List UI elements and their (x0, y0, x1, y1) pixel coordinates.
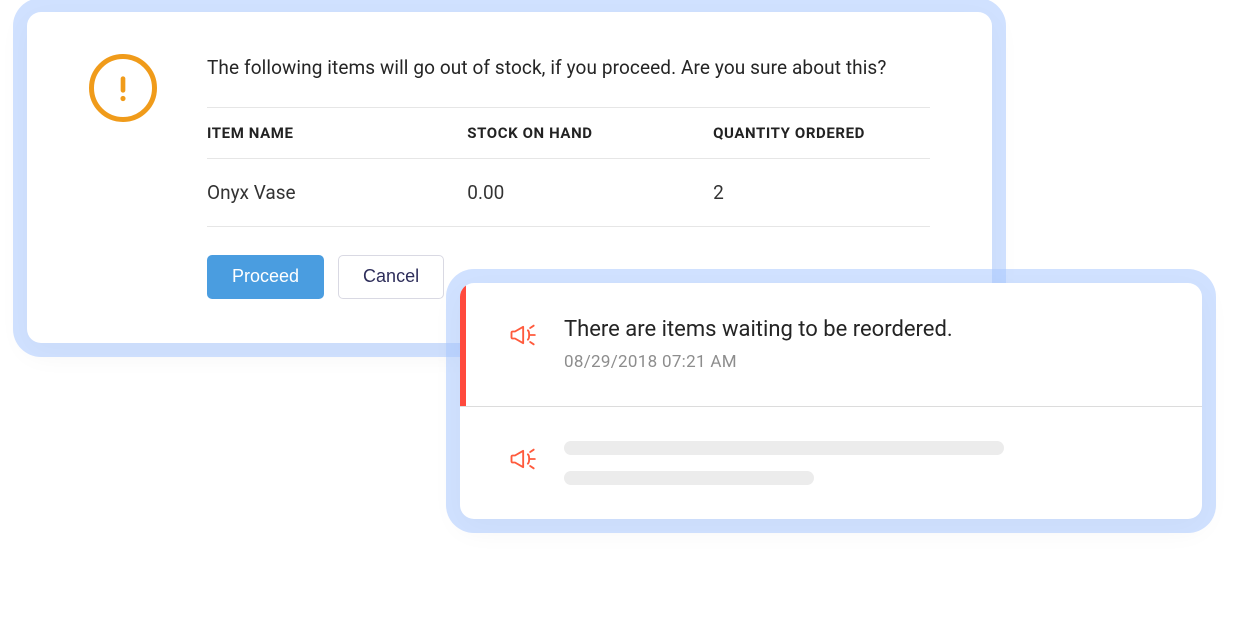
col-header-qty: Quantity Ordered (713, 108, 930, 159)
placeholder-line (564, 441, 1004, 455)
cell-item-name: Onyx Vase (207, 159, 467, 227)
cell-stock: 0.00 (467, 159, 713, 227)
placeholder-line (564, 471, 814, 485)
cell-qty: 2 (713, 159, 930, 227)
col-header-item-name: Item Name (207, 108, 467, 159)
proceed-button[interactable]: Proceed (207, 255, 324, 299)
col-header-stock: Stock on Hand (467, 108, 713, 159)
megaphone-icon (508, 445, 536, 473)
cancel-button[interactable]: Cancel (338, 255, 444, 299)
dialog-message: The following items will go out of stock… (207, 56, 930, 79)
notification-timestamp: 08/29/2018 07:21 AM (564, 352, 1154, 372)
notification-item[interactable]: There are items waiting to be reordered.… (460, 283, 1202, 407)
table-row: Onyx Vase 0.00 2 (207, 159, 930, 227)
warning-icon (89, 54, 157, 122)
notification-panel: There are items waiting to be reordered.… (460, 283, 1202, 519)
notification-item-placeholder (460, 407, 1202, 519)
megaphone-icon (508, 321, 536, 349)
notification-title: There are items waiting to be reordered. (564, 317, 1154, 342)
dialog-content: The following items will go out of stock… (207, 56, 930, 299)
item-table: Item Name Stock on Hand Quantity Ordered… (207, 107, 930, 227)
